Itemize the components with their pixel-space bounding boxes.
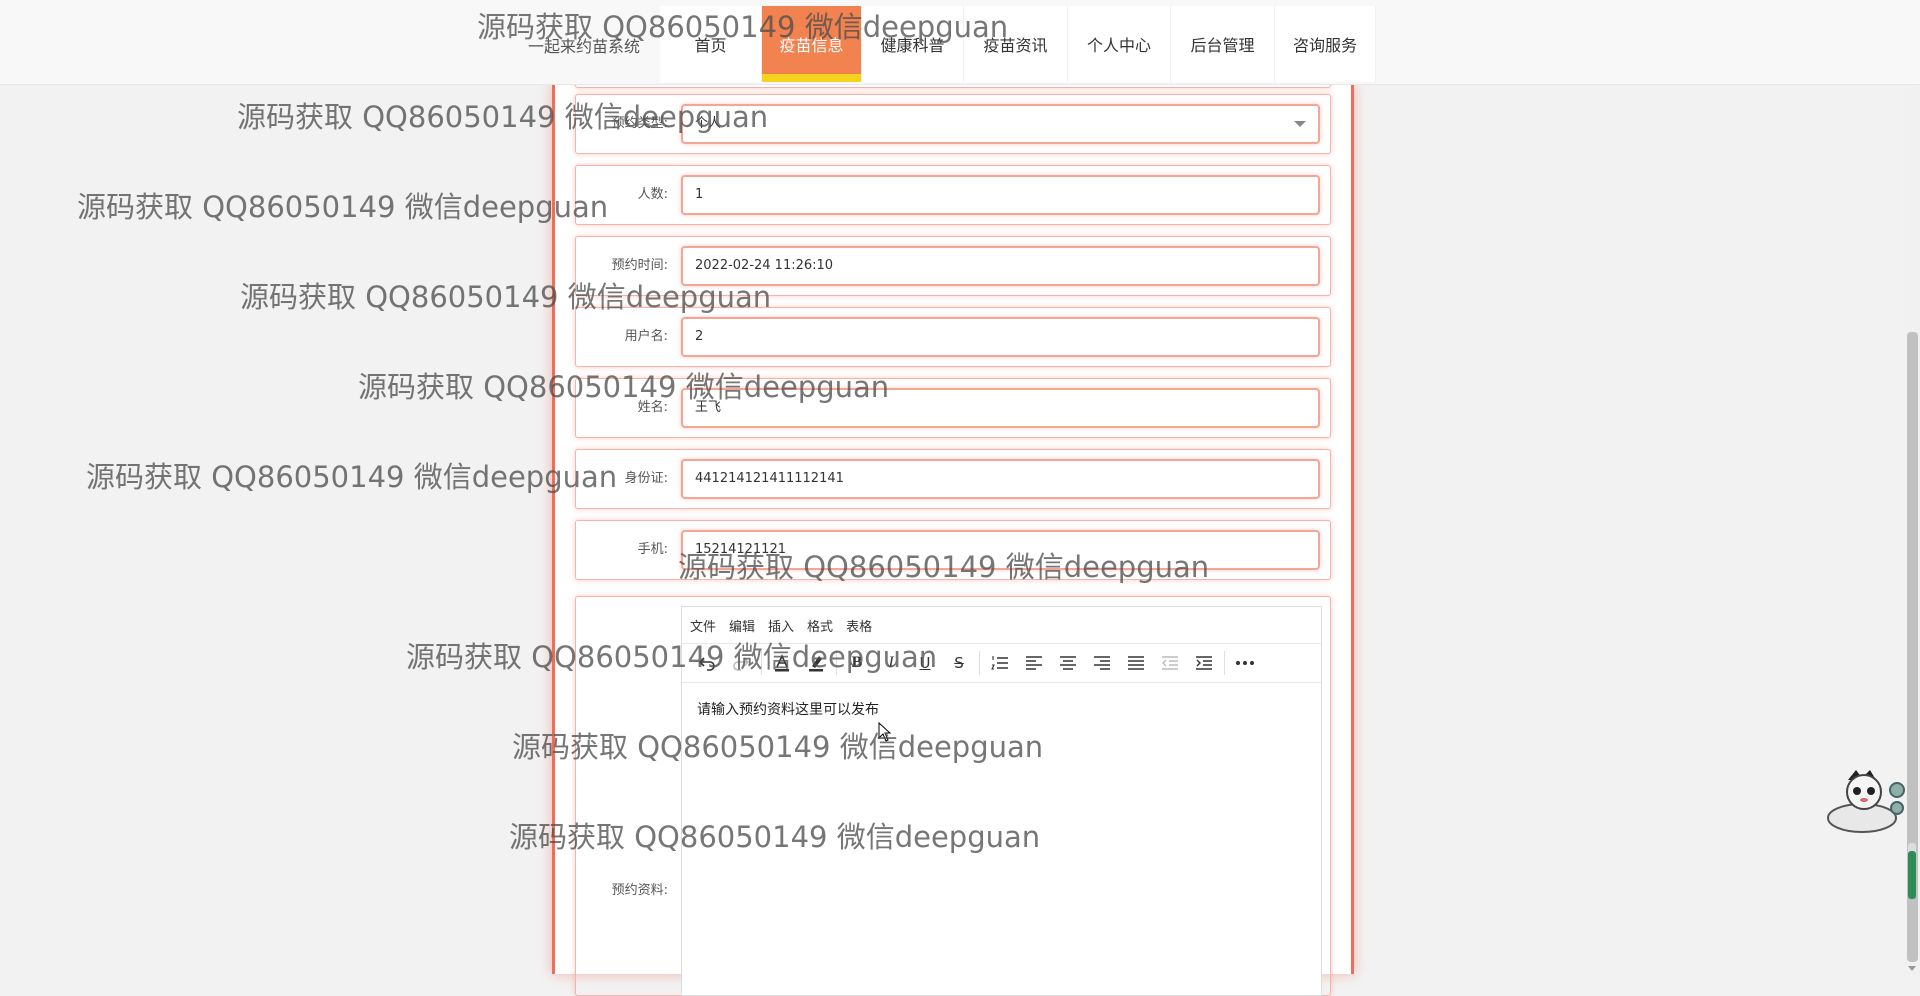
type-value: 个人 bbox=[695, 116, 722, 131]
form-row-id-card: 身份证: 441214121411112141 bbox=[575, 449, 1331, 509]
scroll-down-arrow-icon[interactable] bbox=[1908, 966, 1916, 971]
form-row-type: 预约类型: 个人 bbox=[575, 94, 1331, 154]
nav-personal-center[interactable]: 个人中心 bbox=[1068, 6, 1171, 82]
highlight-icon[interactable] bbox=[799, 648, 833, 678]
form-row-count: 人数: 1 bbox=[575, 165, 1331, 225]
menu-insert[interactable]: 插入 bbox=[768, 616, 794, 635]
form-row-name: 姓名: 王飞 bbox=[575, 378, 1331, 438]
page-scrollbar[interactable] bbox=[1905, 0, 1920, 974]
undo-icon[interactable] bbox=[690, 648, 724, 678]
align-left-icon[interactable] bbox=[1017, 648, 1051, 678]
chevron-down-icon bbox=[1294, 121, 1306, 127]
outdent-icon[interactable] bbox=[1153, 648, 1187, 678]
phone-label: 手机: bbox=[637, 542, 668, 557]
type-select[interactable]: 个人 bbox=[681, 104, 1320, 144]
form-row-material: 预约资料: 文件 编辑 插入 格式 表格 B I U S 请输入预约资料这里可以… bbox=[575, 596, 1331, 996]
align-center-icon[interactable] bbox=[1051, 648, 1085, 678]
form-row-time: 预约时间: 2022-02-24 11:26:10 bbox=[575, 236, 1331, 296]
nav-vaccine-info[interactable]: 疫苗信息 bbox=[762, 6, 862, 82]
side-gauge bbox=[1908, 843, 1916, 899]
count-label: 人数: bbox=[637, 187, 668, 202]
toolbar-divider bbox=[761, 651, 762, 675]
nav-home[interactable]: 首页 bbox=[660, 6, 762, 82]
menu-table[interactable]: 表格 bbox=[846, 616, 872, 635]
watermark: 源码获取 QQ86050149 微信deepguan bbox=[86, 460, 618, 494]
mascot-widget-icon[interactable] bbox=[1810, 764, 1905, 836]
editor-content[interactable]: 请输入预约资料这里可以发布 bbox=[682, 683, 1321, 735]
menu-format[interactable]: 格式 bbox=[807, 616, 833, 635]
font-color-icon[interactable] bbox=[765, 648, 799, 678]
nav-health-science[interactable]: 健康科普 bbox=[862, 6, 964, 82]
align-justify-icon[interactable] bbox=[1119, 648, 1153, 678]
watermark: 源码获取 QQ86050149 微信deepguan bbox=[77, 190, 609, 224]
editor-toolbar: B I U S bbox=[682, 644, 1321, 683]
main-nav: 首页 疫苗信息 健康科普 疫苗资讯 个人中心 后台管理 咨询服务 bbox=[660, 6, 1376, 82]
name-label: 姓名: bbox=[637, 400, 668, 415]
site-title: 一起来约苗系统 bbox=[528, 37, 641, 56]
toolbar-divider bbox=[1224, 651, 1225, 675]
side-gauge-fill bbox=[1908, 851, 1916, 899]
form-row-phone: 手机: 15214121121 bbox=[575, 520, 1331, 580]
align-right-icon[interactable] bbox=[1085, 648, 1119, 678]
editor-menubar: 文件 编辑 插入 格式 表格 bbox=[682, 607, 1321, 644]
indent-icon[interactable] bbox=[1187, 648, 1221, 678]
mouse-cursor-icon bbox=[878, 722, 892, 742]
toolbar-divider bbox=[979, 651, 980, 675]
username-input[interactable]: 2 bbox=[681, 317, 1320, 357]
nav-admin[interactable]: 后台管理 bbox=[1171, 6, 1275, 82]
type-label: 预约类型: bbox=[611, 116, 668, 131]
menu-file[interactable]: 文件 bbox=[690, 616, 716, 635]
booking-form-card: 预约类型: 个人 人数: 1 预约时间: 2022-02-24 11:26:10… bbox=[552, 76, 1354, 996]
top-navbar: 一起来约苗系统 首页 疫苗信息 健康科普 疫苗资讯 个人中心 后台管理 咨询服务 bbox=[0, 0, 1920, 85]
form-row-username: 用户名: 2 bbox=[575, 307, 1331, 367]
phone-input[interactable]: 15214121121 bbox=[681, 530, 1320, 570]
numbered-list-icon[interactable] bbox=[983, 648, 1017, 678]
strikethrough-icon[interactable]: S bbox=[942, 648, 976, 678]
id-card-label: 身份证: bbox=[624, 471, 668, 486]
bold-icon[interactable]: B bbox=[840, 648, 874, 678]
time-label: 预约时间: bbox=[611, 258, 668, 273]
redo-icon[interactable] bbox=[724, 648, 758, 678]
italic-icon[interactable]: I bbox=[874, 648, 908, 678]
underline-icon[interactable]: U bbox=[908, 648, 942, 678]
id-card-input[interactable]: 441214121411112141 bbox=[681, 459, 1320, 499]
time-input[interactable]: 2022-02-24 11:26:10 bbox=[681, 246, 1320, 286]
name-input[interactable]: 王飞 bbox=[681, 388, 1320, 428]
nav-consult[interactable]: 咨询服务 bbox=[1275, 6, 1376, 82]
material-label: 预约资料: bbox=[611, 883, 668, 898]
more-icon[interactable] bbox=[1228, 648, 1262, 678]
toolbar-divider bbox=[836, 651, 837, 675]
rich-text-editor: 文件 编辑 插入 格式 表格 B I U S 请输入预约资料这里可以发布 bbox=[681, 606, 1322, 996]
menu-edit[interactable]: 编辑 bbox=[729, 616, 755, 635]
nav-vaccine-news[interactable]: 疫苗资讯 bbox=[964, 6, 1068, 82]
username-label: 用户名: bbox=[624, 329, 668, 344]
count-input[interactable]: 1 bbox=[681, 175, 1320, 215]
